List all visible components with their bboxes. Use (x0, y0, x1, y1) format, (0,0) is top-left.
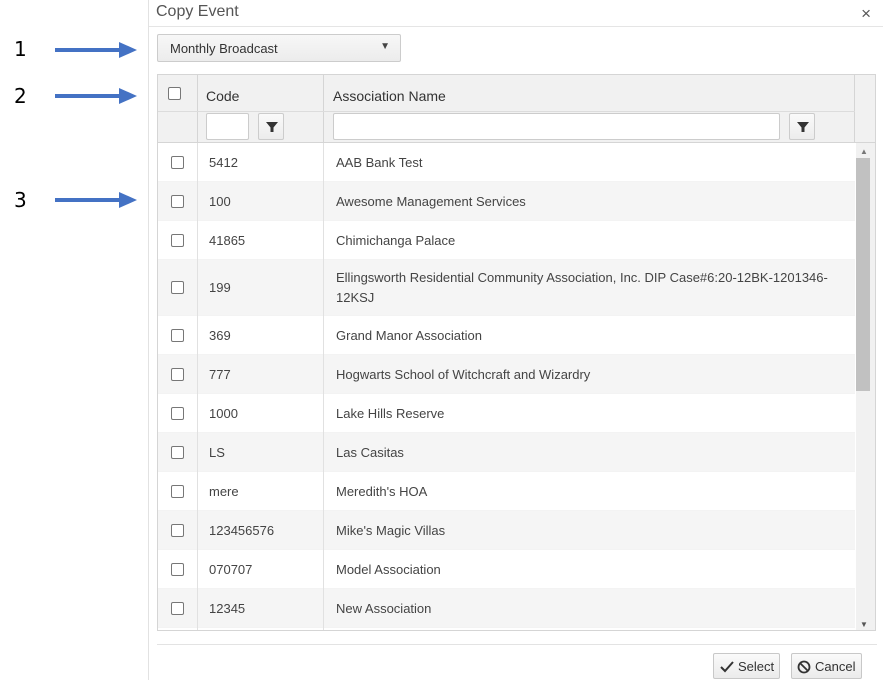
row-checkbox[interactable] (171, 563, 184, 576)
cell-code: 777 (209, 367, 231, 382)
annotation-number-1: 1 (14, 37, 27, 61)
footer-divider (157, 644, 877, 645)
close-icon[interactable]: × (861, 4, 871, 24)
row-checkbox[interactable] (171, 446, 184, 459)
arrow-icon (55, 192, 137, 208)
dialog-header: Copy Event × (149, 0, 883, 27)
code-filter-button[interactable] (258, 113, 284, 140)
cell-association-name: Lake Hills Reserve (336, 406, 445, 421)
table-row[interactable]: 070707 Model Association (158, 550, 855, 589)
row-checkbox[interactable] (171, 281, 184, 294)
cell-code: 199 (209, 280, 231, 295)
dialog-title: Copy Event (156, 3, 239, 20)
cell-association-name: Model Association (336, 562, 441, 577)
row-checkbox[interactable] (171, 407, 184, 420)
filter-icon (797, 122, 809, 132)
column-divider (197, 75, 198, 143)
column-divider (323, 75, 324, 143)
scrollbar-thumb[interactable] (856, 158, 870, 391)
row-checkbox[interactable] (171, 602, 184, 615)
filter-row-divider (158, 111, 855, 112)
cell-association-name: Grand Manor Association (336, 328, 482, 343)
cell-association-name: New Association (336, 601, 432, 616)
cell-code: LS (209, 445, 225, 460)
association-name-filter-button[interactable] (789, 113, 815, 140)
cell-code: 369 (209, 328, 231, 343)
column-divider (197, 143, 198, 630)
cell-code: 41865 (209, 233, 246, 248)
cancel-button-label: Cancel (815, 659, 856, 674)
arrow-icon (55, 42, 137, 58)
cell-association-name: Awesome Management Services (336, 194, 526, 209)
table-row[interactable]: 100 Awesome Management Services (158, 182, 855, 221)
event-type-dropdown[interactable]: Monthly Broadcast ▼ (157, 34, 401, 62)
row-checkbox[interactable] (171, 195, 184, 208)
table-row[interactable]: 41865 Chimichanga Palace (158, 221, 855, 260)
cell-association-name: AAB Bank Test (336, 155, 423, 170)
column-divider (323, 143, 324, 630)
cell-code: 12345 (209, 601, 246, 616)
scroll-down-icon[interactable]: ▼ (860, 620, 868, 629)
scroll-up-icon[interactable]: ▲ (860, 147, 868, 156)
arrow-icon (55, 88, 137, 104)
cell-code: 100 (209, 194, 231, 209)
row-checkbox[interactable] (171, 524, 184, 537)
code-filter-input[interactable] (206, 113, 249, 140)
table-row[interactable]: 5412 AAB Bank Test (158, 143, 855, 182)
cell-code: 123456576 (209, 523, 275, 538)
table-row[interactable]: mere Meredith's HOA (158, 472, 855, 511)
grid-scrollbar[interactable]: ▲ ▼ (856, 143, 875, 630)
filter-icon (266, 122, 278, 132)
table-row[interactable]: 777 Hogwarts School of Witchcraft and Wi… (158, 355, 855, 394)
column-divider (854, 75, 855, 143)
table-row[interactable]: 1000 Lake Hills Reserve (158, 394, 855, 433)
grid-header: Code Association Name (158, 75, 875, 143)
copy-event-dialog: Copy Event × Monthly Broadcast ▼ Code As… (148, 0, 883, 680)
chevron-down-icon: ▼ (380, 41, 390, 52)
cell-association-name: Chimichanga Palace (336, 233, 456, 248)
column-header-association-name[interactable]: Association Name (333, 88, 446, 104)
cancel-button[interactable]: Cancel (791, 653, 862, 679)
cell-association-name: Ellingsworth Residential Community Assoc… (336, 270, 828, 305)
grid-body: 5412 AAB Bank Test 100 Awesome Managemen… (158, 143, 855, 630)
table-row[interactable]: 369 Grand Manor Association (158, 316, 855, 355)
table-row[interactable]: 12345 New Association (158, 589, 855, 628)
table-row[interactable]: LS Las Casitas (158, 433, 855, 472)
cancel-icon (797, 660, 811, 674)
cell-association-name: Hogwarts School of Witchcraft and Wizard… (336, 367, 591, 382)
select-button-label: Select (738, 659, 775, 674)
row-checkbox[interactable] (171, 234, 184, 247)
cell-association-name: Meredith's HOA (336, 484, 428, 499)
annotation-number-2: 2 (14, 84, 27, 108)
cell-association-name: Las Casitas (336, 445, 404, 460)
cell-code: 070707 (209, 562, 253, 577)
association-name-filter-input[interactable] (333, 113, 780, 140)
row-checkbox[interactable] (171, 485, 184, 498)
cell-code: mere (209, 484, 239, 499)
table-row[interactable]: 199 Ellingsworth Residential Community A… (158, 260, 855, 316)
cell-code: 1000 (209, 406, 238, 421)
cell-code: 5412 (209, 155, 238, 170)
checkmark-icon (720, 661, 734, 673)
row-checkbox[interactable] (171, 156, 184, 169)
column-header-code[interactable]: Code (206, 88, 239, 104)
cell-association-name: Mike's Magic Villas (336, 523, 446, 538)
dropdown-selected-value: Monthly Broadcast (170, 41, 278, 56)
table-row[interactable]: 123456576 Mike's Magic Villas (158, 511, 855, 550)
annotation-number-3: 3 (14, 188, 27, 212)
select-button[interactable]: Select (713, 653, 780, 679)
row-checkbox[interactable] (171, 368, 184, 381)
select-all-checkbox[interactable] (168, 87, 181, 100)
row-checkbox[interactable] (171, 329, 184, 342)
association-grid: Code Association Name 5412 AAB Bank Test (157, 74, 876, 631)
